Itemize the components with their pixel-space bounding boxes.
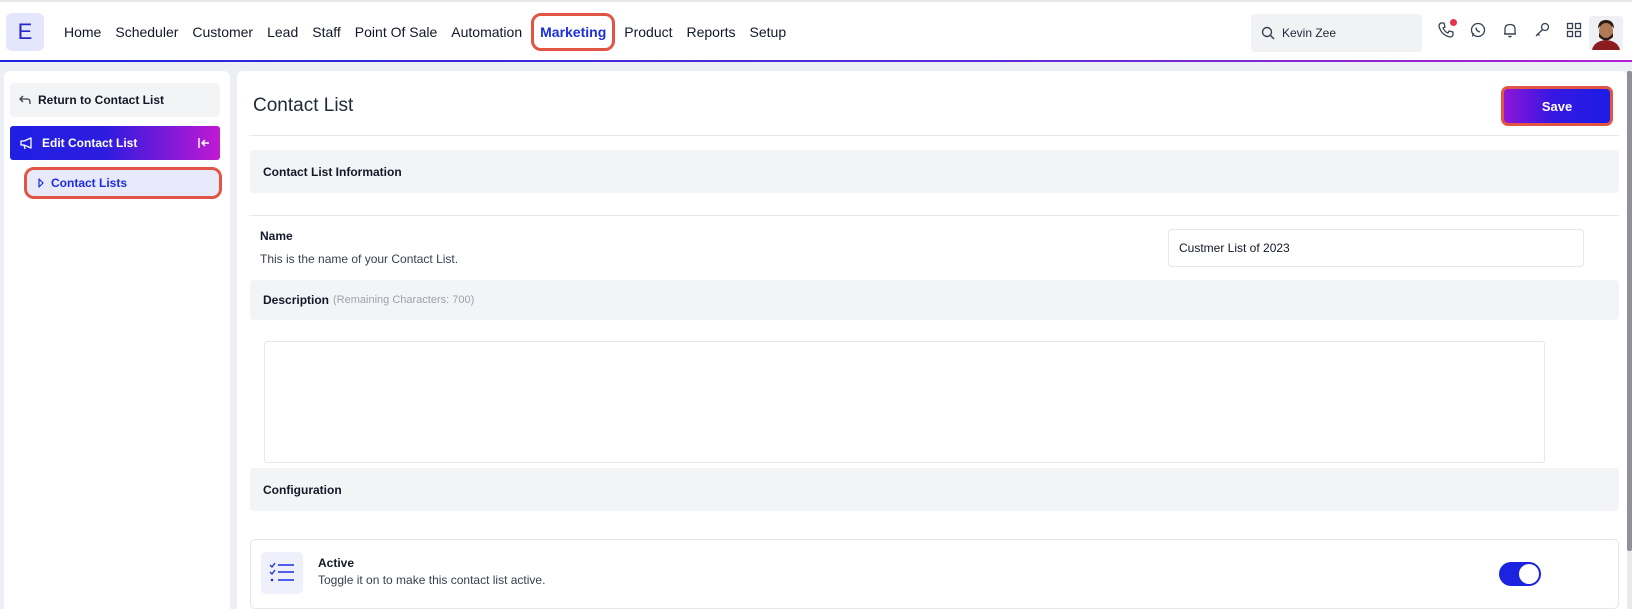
return-to-contact-list-button[interactable]: Return to Contact List bbox=[10, 83, 220, 117]
nav-staff[interactable]: Staff bbox=[305, 13, 348, 51]
sidebar-item-contact-lists[interactable]: Contact Lists bbox=[24, 167, 222, 199]
caret-right-icon bbox=[38, 178, 44, 188]
main-nav: Home Scheduler Customer Lead Staff Point… bbox=[57, 2, 793, 62]
section-contact-list-information: Contact List Information bbox=[250, 150, 1619, 193]
section-title: Contact List Information bbox=[263, 164, 402, 179]
nav-lead[interactable]: Lead bbox=[260, 13, 305, 51]
active-title: Active bbox=[318, 556, 355, 570]
main-panel: Contact List Save Contact List Informati… bbox=[237, 71, 1627, 609]
edit-contact-list-header: Edit Contact List bbox=[10, 126, 220, 160]
section-title: Configuration bbox=[263, 482, 342, 497]
section-description: Description (Remaining Characters: 700) bbox=[250, 280, 1619, 320]
active-description: Toggle it on to make this contact list a… bbox=[318, 573, 546, 587]
grid-icon[interactable] bbox=[1564, 20, 1584, 40]
divider bbox=[249, 135, 1619, 136]
return-label: Return to Contact List bbox=[38, 93, 164, 107]
page-title: Contact List bbox=[253, 95, 354, 116]
avatar[interactable] bbox=[1589, 16, 1623, 50]
name-help-text: This is the name of your Contact List. bbox=[260, 252, 459, 266]
edit-contact-list-label: Edit Contact List bbox=[42, 136, 138, 150]
toggle-knob bbox=[1519, 564, 1539, 584]
nav-point-of-sale[interactable]: Point Of Sale bbox=[348, 13, 445, 51]
nav-home[interactable]: Home bbox=[57, 13, 108, 51]
search-icon bbox=[1261, 26, 1275, 40]
search-box[interactable]: Kevin Zee bbox=[1251, 14, 1422, 52]
key-icon[interactable] bbox=[1532, 20, 1552, 40]
notification-dot bbox=[1450, 19, 1457, 26]
section-configuration: Configuration bbox=[250, 468, 1619, 511]
description-label: Description bbox=[263, 293, 330, 307]
active-config-card: Active Toggle it on to make this contact… bbox=[250, 539, 1619, 609]
whatsapp-icon[interactable] bbox=[1468, 20, 1488, 40]
divider bbox=[249, 215, 1619, 216]
phone-icon[interactable] bbox=[1436, 19, 1457, 40]
nav-customer[interactable]: Customer bbox=[185, 13, 260, 51]
search-value[interactable]: Kevin Zee bbox=[1282, 26, 1336, 40]
nav-reports[interactable]: Reports bbox=[680, 13, 743, 51]
return-arrow-icon bbox=[19, 95, 31, 104]
description-textarea[interactable] bbox=[264, 341, 1545, 463]
nav-automation[interactable]: Automation bbox=[444, 13, 529, 51]
checklist-icon bbox=[261, 552, 303, 594]
nav-marketing[interactable]: Marketing bbox=[531, 13, 616, 51]
sidebar: Return to Contact List Edit Contact List… bbox=[4, 71, 230, 609]
description-remaining-hint: (Remaining Characters: 700) bbox=[333, 294, 475, 306]
name-label: Name bbox=[260, 229, 293, 243]
name-input[interactable] bbox=[1168, 229, 1584, 267]
top-navbar: E Home Scheduler Customer Lead Staff Poi… bbox=[0, 0, 1632, 62]
nav-setup[interactable]: Setup bbox=[743, 13, 794, 51]
collapse-sidebar-icon[interactable] bbox=[196, 135, 212, 151]
bell-icon[interactable] bbox=[1500, 20, 1520, 40]
save-button[interactable]: Save bbox=[1501, 86, 1613, 126]
nav-product[interactable]: Product bbox=[617, 13, 679, 51]
page-scrollbar[interactable] bbox=[1627, 71, 1632, 609]
active-toggle[interactable] bbox=[1499, 562, 1541, 586]
scrollbar-thumb[interactable] bbox=[1627, 71, 1632, 551]
sidebar-item-label: Contact Lists bbox=[51, 176, 128, 190]
megaphone-icon bbox=[20, 137, 32, 150]
nav-scheduler[interactable]: Scheduler bbox=[108, 13, 185, 51]
top-icon-group bbox=[1436, 19, 1584, 40]
app-logo[interactable]: E bbox=[6, 13, 44, 51]
